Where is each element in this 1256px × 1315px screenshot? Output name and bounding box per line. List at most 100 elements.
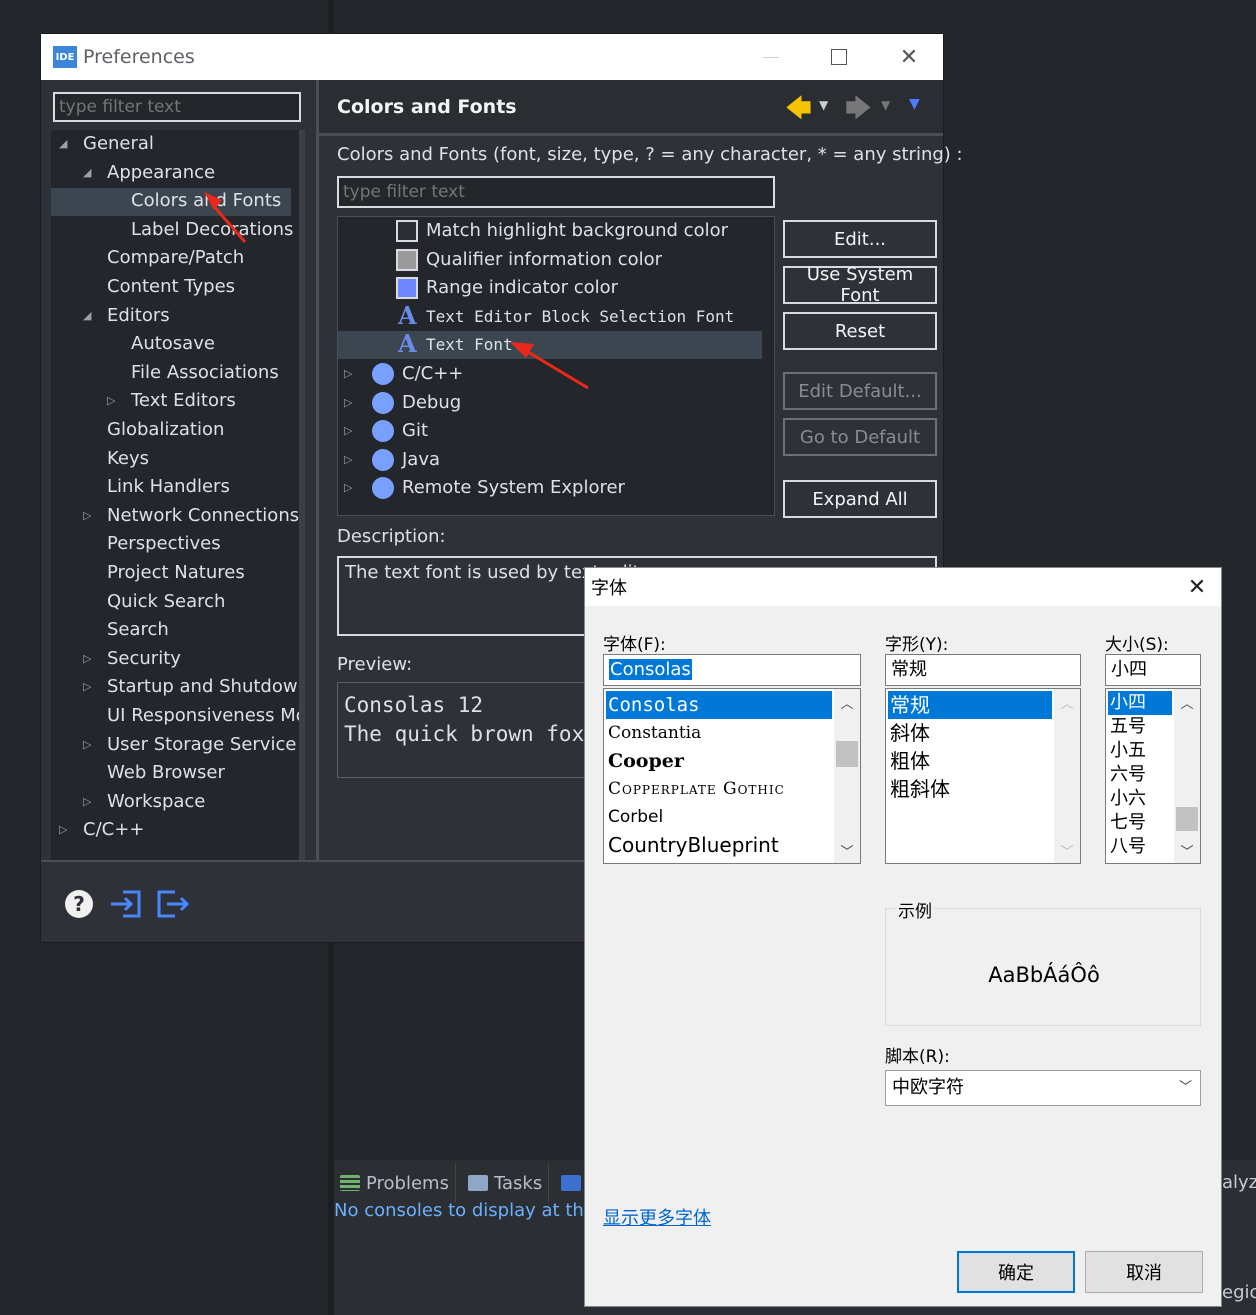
split-divider[interactable] — [316, 80, 319, 862]
chevron-up-icon[interactable]: ︿ — [834, 689, 860, 715]
view-menu-icon[interactable]: ▼ — [909, 96, 920, 112]
import-icon[interactable] — [109, 888, 143, 920]
color-font-item[interactable]: Text Editor Block Selection Font — [426, 303, 734, 331]
collapse-arrow-icon[interactable]: ◢ — [83, 166, 91, 179]
go-to-default-button[interactable]: Go to Default — [783, 418, 937, 456]
chevron-down-icon[interactable]: ﹀ — [1174, 837, 1200, 863]
expand-arrow-icon[interactable]: ▷ — [83, 795, 91, 808]
tree-item[interactable]: Link Handlers — [107, 473, 230, 501]
help-icon[interactable]: ? — [63, 888, 95, 920]
color-font-item[interactable]: Text Font — [426, 331, 513, 359]
style-option[interactable]: 粗斜体 — [888, 775, 950, 803]
expand-arrow-icon[interactable]: ▷ — [83, 509, 91, 522]
tree-item[interactable]: Autosave — [131, 330, 215, 358]
tree-item[interactable]: Perspectives — [107, 530, 221, 558]
tree-item[interactable]: General — [83, 130, 154, 158]
color-font-item[interactable]: Java — [402, 446, 440, 474]
tree-item[interactable]: File Associations — [131, 359, 279, 387]
scroll-thumb[interactable] — [1176, 807, 1198, 831]
close-button[interactable]: ✕ — [879, 34, 939, 80]
style-option[interactable]: 斜体 — [888, 719, 930, 747]
tree-item[interactable]: Keys — [107, 445, 149, 473]
font-dialog-close-button[interactable]: ✕ — [1173, 568, 1221, 606]
tree-item[interactable]: Compare/Patch — [107, 244, 244, 272]
expand-arrow-icon[interactable]: ▷ — [344, 453, 352, 466]
font-style-input[interactable]: 常规 — [885, 654, 1081, 686]
edit-default-button[interactable]: Edit Default... — [783, 372, 937, 410]
tree-item[interactable]: Appearance — [107, 159, 215, 187]
font-name-list[interactable]: Consolas Constantia Cooper Copperplate G… — [603, 688, 861, 864]
font-option[interactable]: Cooper — [606, 747, 684, 775]
chevron-up-icon[interactable]: ︿ — [1174, 689, 1200, 715]
color-font-item[interactable]: Qualifier information color — [426, 246, 662, 274]
back-menu-icon[interactable]: ▼ — [819, 98, 828, 112]
collapse-arrow-icon[interactable]: ◢ — [83, 309, 91, 322]
color-font-item[interactable]: Range indicator color — [426, 274, 618, 302]
tree-item[interactable]: Startup and Shutdown — [107, 673, 299, 701]
tree-item[interactable]: Editors — [107, 302, 170, 330]
ok-button[interactable]: 确定 — [957, 1251, 1075, 1293]
size-option[interactable]: 八号 — [1108, 835, 1146, 859]
export-icon[interactable] — [155, 888, 191, 920]
expand-arrow-icon[interactable]: ▷ — [83, 652, 91, 665]
reset-button[interactable]: Reset — [783, 312, 937, 350]
tree-item[interactable]: Network Connections — [107, 502, 299, 530]
size-option[interactable]: 六号 — [1108, 763, 1146, 787]
font-option[interactable]: Corbel — [606, 803, 663, 831]
style-option[interactable]: 粗体 — [888, 747, 930, 775]
colors-filter-input[interactable] — [337, 176, 775, 208]
tree-item[interactable]: C/C++ — [83, 816, 144, 844]
chevron-down-icon[interactable]: ﹀ — [1054, 837, 1080, 863]
tab-tasks[interactable]: Tasks — [462, 1164, 550, 1202]
font-size-list[interactable]: 小四 五号 小五 六号 小六 七号 八号 ︿ ﹀ — [1105, 688, 1201, 864]
back-arrow-icon[interactable]: 🡄 — [785, 90, 812, 134]
style-option[interactable]: 常规 — [888, 691, 1052, 719]
font-list-scrollbar[interactable]: ︿ ﹀ — [834, 689, 860, 863]
font-name-input[interactable]: Consolas — [603, 654, 861, 686]
tree-item[interactable]: User Storage Service — [107, 731, 296, 759]
tree-item[interactable]: Quick Search — [107, 588, 225, 616]
tree-item[interactable]: Text Editors — [131, 387, 236, 415]
scroll-thumb[interactable] — [836, 741, 858, 767]
expand-arrow-icon[interactable]: ▷ — [344, 481, 352, 494]
tree-item[interactable]: Web Browser — [107, 759, 225, 787]
tree-item[interactable]: UI Responsiveness Mo — [107, 702, 299, 730]
font-size-input[interactable]: 小四 — [1105, 654, 1201, 686]
expand-arrow-icon[interactable]: ▷ — [107, 394, 115, 407]
size-option[interactable]: 五号 — [1108, 715, 1146, 739]
style-list-scrollbar[interactable]: ︿ ﹀ — [1054, 689, 1080, 863]
font-option[interactable]: CountryBlueprint — [606, 831, 779, 859]
preferences-filter-input[interactable] — [53, 92, 301, 122]
tree-item[interactable]: Content Types — [107, 273, 235, 301]
forward-arrow-icon[interactable]: 🡆 — [845, 90, 872, 134]
expand-arrow-icon[interactable]: ▷ — [59, 823, 67, 836]
tab-problems[interactable]: Problems — [334, 1164, 456, 1202]
font-style-list[interactable]: 常规 斜体 粗体 粗斜体 ︿ ﹀ — [885, 688, 1081, 864]
expand-arrow-icon[interactable]: ▷ — [83, 680, 91, 693]
font-dialog-titlebar[interactable]: 字体 ✕ — [585, 568, 1221, 606]
size-option[interactable]: 小五 — [1108, 739, 1146, 763]
tree-item[interactable]: Project Natures — [107, 559, 245, 587]
expand-arrow-icon[interactable]: ▷ — [83, 738, 91, 751]
use-system-font-button[interactable]: Use System Font — [783, 264, 937, 306]
tree-item[interactable]: Globalization — [107, 416, 224, 444]
font-option[interactable]: Constantia — [606, 719, 701, 747]
tree-item[interactable]: Search — [107, 616, 169, 644]
font-option[interactable]: Consolas — [606, 691, 832, 719]
chevron-down-icon[interactable]: ﹀ — [834, 837, 860, 863]
tree-item[interactable]: Workspace — [107, 788, 205, 816]
collapse-arrow-icon[interactable]: ◢ — [59, 137, 67, 150]
chevron-up-icon[interactable]: ︿ — [1054, 689, 1080, 715]
size-option[interactable]: 小六 — [1108, 787, 1146, 811]
minimize-button[interactable] — [741, 34, 801, 80]
size-list-scrollbar[interactable]: ︿ ﹀ — [1174, 689, 1200, 863]
tree-item[interactable]: Label Decorations — [131, 216, 293, 244]
cancel-button[interactable]: 取消 — [1085, 1251, 1203, 1293]
preferences-titlebar[interactable]: IDE Preferences ✕ — [41, 34, 943, 80]
expand-arrow-icon[interactable]: ▷ — [344, 367, 352, 380]
font-option[interactable]: Copperplate Gothic — [606, 775, 834, 803]
color-font-item[interactable]: C/C++ — [402, 360, 463, 388]
color-font-item[interactable]: Debug — [402, 389, 461, 417]
color-font-item[interactable]: Remote System Explorer — [402, 474, 625, 502]
tree-scrollbar[interactable] — [299, 130, 305, 860]
